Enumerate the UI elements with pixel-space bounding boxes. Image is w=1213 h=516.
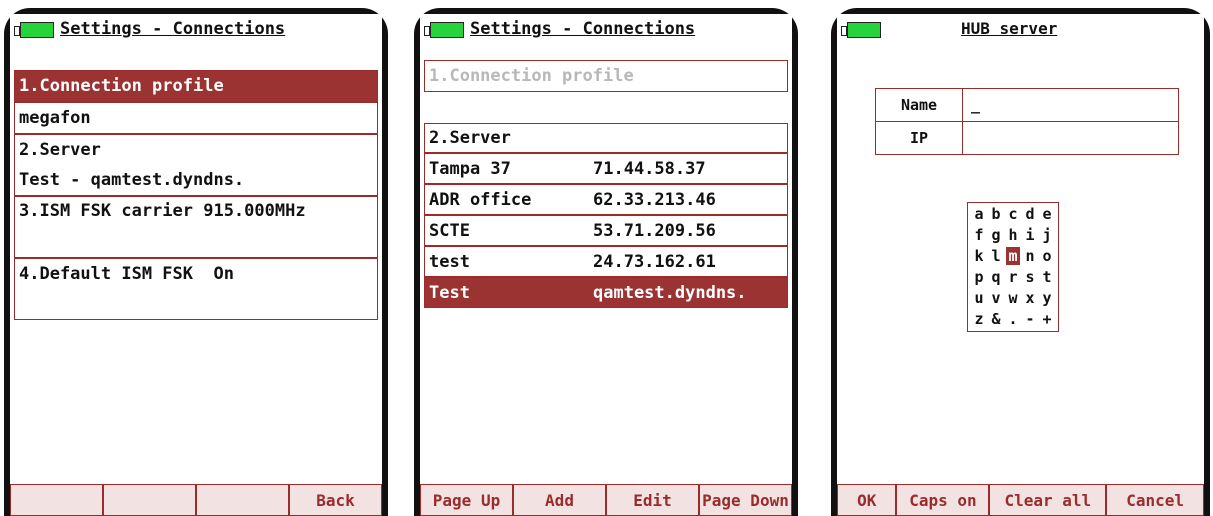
keyboard-key-4[interactable]: e <box>1040 205 1054 223</box>
keyboard-key-6[interactable]: g <box>989 226 1003 244</box>
battery-icon <box>14 22 56 38</box>
title-bar: HUB server <box>837 14 1204 48</box>
page-title: Settings - Connections <box>60 19 286 39</box>
add-button[interactable]: Add <box>513 484 606 516</box>
page-title: HUB server <box>961 19 1058 38</box>
page-up-button[interactable]: Page Up <box>420 484 513 516</box>
menu-item-ism-fsk-carrier[interactable]: 3.ISM FSK carrier 915.000MHz <box>14 196 378 258</box>
server-row-selected[interactable]: Test qamtest.dyndns. <box>424 277 788 308</box>
keyboard-key-18[interactable]: s <box>1023 268 1037 286</box>
keyboard-key-17[interactable]: r <box>1006 268 1020 286</box>
menu-item-connection-profile[interactable]: 1.Connection profile <box>14 70 378 102</box>
menu-item-default-ism-fsk[interactable]: 4.Default ISM FSK On <box>14 258 378 320</box>
keyboard-key-11[interactable]: l <box>989 247 1003 265</box>
server-section-label: 2.Server <box>424 123 788 153</box>
server-address: 24.73.162.61 <box>593 251 716 272</box>
battery-icon <box>424 22 466 38</box>
caps-toggle-button[interactable]: Caps on <box>896 484 990 516</box>
server-name: SCTE <box>429 220 470 241</box>
keyboard-key-28[interactable]: - <box>1023 310 1037 328</box>
keyboard-key-7[interactable]: h <box>1006 226 1020 244</box>
name-label: Name <box>875 88 963 122</box>
server-address: 62.33.213.46 <box>593 189 716 210</box>
server-address: qamtest.dyndns. <box>593 282 747 303</box>
battery-icon <box>841 22 883 38</box>
edit-button[interactable]: Edit <box>606 484 699 516</box>
server-address: 53.71.209.56 <box>593 220 716 241</box>
keyboard-key-5[interactable]: f <box>972 226 986 244</box>
name-input[interactable]: _ <box>962 88 1179 122</box>
title-bar: Settings - Connections <box>420 14 792 48</box>
device-frame-3: HUB server Name _ IP abcde fghij klmno pqrs… <box>831 8 1210 516</box>
server-name: test <box>429 251 470 272</box>
keyboard-key-29[interactable]: + <box>1040 310 1054 328</box>
page-title: Settings - Connections <box>470 19 696 39</box>
keyboard-key-14[interactable]: o <box>1040 247 1054 265</box>
keyboard-key-23[interactable]: x <box>1023 289 1037 307</box>
server-row[interactable]: ADR office 62.33.213.46 <box>424 184 788 215</box>
softkey-1[interactable] <box>10 484 103 516</box>
title-bar: Settings - Connections <box>10 14 382 48</box>
hub-server-form: Name _ IP <box>875 88 1179 155</box>
server-name: ADR office <box>429 189 532 210</box>
keyboard-key-2[interactable]: c <box>1006 205 1020 223</box>
softkey-2[interactable] <box>103 484 196 516</box>
keyboard-key-16[interactable]: q <box>989 268 1003 286</box>
ip-label: IP <box>875 121 963 155</box>
keyboard-key-9[interactable]: j <box>1040 226 1054 244</box>
ip-input[interactable] <box>962 121 1179 155</box>
on-screen-keyboard: a b c d e f g h i j k l m n o p q r s t u v w x y z &. - + <box>967 202 1059 332</box>
keyboard-key-8[interactable]: i <box>1023 226 1037 244</box>
device-frame-1: Settings - Connections 1.Connection prof… <box>4 8 388 516</box>
keyboard-key-20[interactable]: u <box>972 289 986 307</box>
keyboard-key-1[interactable]: b <box>989 205 1003 223</box>
keyboard-key-15[interactable]: p <box>972 268 986 286</box>
screen-settings-main: Settings - Connections 1.Connection prof… <box>10 14 382 516</box>
page-down-button[interactable]: Page Down <box>699 484 792 516</box>
keyboard-key-3[interactable]: d <box>1023 205 1037 223</box>
server-name: Tampa 37 <box>429 158 511 179</box>
keyboard-key-25[interactable]: z <box>972 310 986 328</box>
server-name: Test <box>429 282 470 303</box>
server-address: 71.44.58.37 <box>593 158 706 179</box>
softkey-bar: OK Caps on Clear all Cancel <box>837 484 1204 516</box>
keyboard-key-24[interactable]: y <box>1040 289 1054 307</box>
keyboard-key-13[interactable]: n <box>1023 247 1037 265</box>
keyboard-key-22[interactable]: w <box>1006 289 1020 307</box>
keyboard-key-10[interactable]: k <box>972 247 986 265</box>
server-row[interactable]: SCTE 53.71.209.56 <box>424 215 788 246</box>
server-row[interactable]: test 24.73.162.61 <box>424 246 788 277</box>
keyboard-key-21[interactable]: v <box>989 289 1003 307</box>
keyboard-key-19[interactable]: t <box>1040 268 1054 286</box>
keyboard-key-27[interactable]: . <box>1006 310 1020 328</box>
clear-all-button[interactable]: Clear all <box>989 484 1107 516</box>
cancel-button[interactable]: Cancel <box>1106 484 1204 516</box>
screen-server-list: Settings - Connections 1.Connection prof… <box>420 14 792 516</box>
keyboard-key-26[interactable]: & <box>989 310 1003 328</box>
form-row-name: Name _ <box>875 88 1179 122</box>
softkey-bar: Page Up Add Edit Page Down <box>420 484 792 516</box>
device-frame-2: Settings - Connections 1.Connection prof… <box>414 8 798 516</box>
softkey-3[interactable] <box>196 484 289 516</box>
back-button[interactable]: Back <box>289 484 382 516</box>
server-value[interactable]: Test - qamtest.dyndns. <box>14 165 378 196</box>
menu-item-connection-profile-disabled: 1.Connection profile <box>424 60 788 92</box>
server-row[interactable]: Tampa 37 71.44.58.37 <box>424 153 788 184</box>
connection-profile-value[interactable]: megafon <box>14 102 378 134</box>
ok-button[interactable]: OK <box>837 484 897 516</box>
keyboard-key-12[interactable]: m <box>1006 247 1020 265</box>
menu-item-server[interactable]: 2.Server <box>14 134 378 165</box>
screen-hub-server: HUB server Name _ IP abcde fghij klmno pqrs… <box>837 14 1204 516</box>
keyboard-key-0[interactable]: a <box>972 205 986 223</box>
softkey-bar: Back <box>10 484 382 516</box>
form-row-ip: IP <box>875 121 1179 155</box>
